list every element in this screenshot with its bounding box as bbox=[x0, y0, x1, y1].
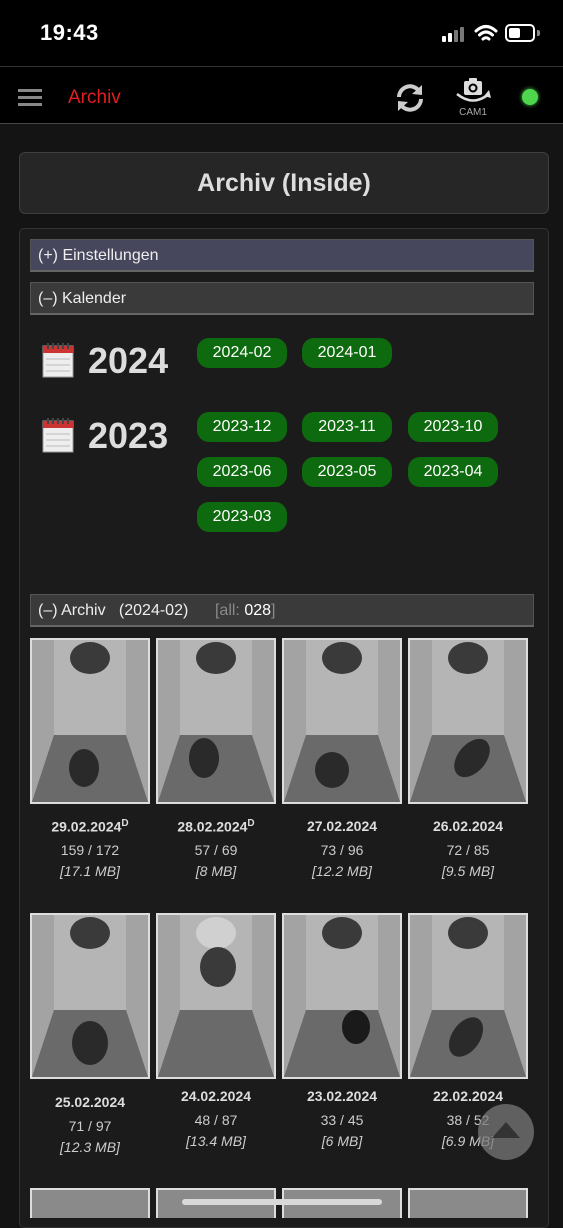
archive-all-label: [all: bbox=[214, 602, 240, 619]
archive-size: [12.2 MB] bbox=[312, 863, 372, 879]
archive-caption: 24.02.2024 48 / 87 [13.4 MB] bbox=[153, 1088, 279, 1149]
archive-counts: 159 / 172 bbox=[60, 842, 120, 858]
archive-caption: 23.02.2024 33 / 45 [6 MB] bbox=[279, 1088, 405, 1149]
archive-thumbnail[interactable] bbox=[282, 913, 402, 1079]
month-button[interactable]: 2024-02 bbox=[197, 338, 287, 368]
month-button[interactable]: 2023-03 bbox=[197, 502, 287, 532]
month-button[interactable]: 2023-05 bbox=[302, 457, 392, 487]
archive-mark: D bbox=[247, 818, 255, 829]
month-button[interactable]: 2023-10 bbox=[408, 412, 498, 442]
archive-toggle-label: (–) Archiv bbox=[38, 602, 106, 619]
archive-date: 26.02.2024 bbox=[432, 818, 504, 834]
archive-date: 29.02.2024 bbox=[51, 818, 122, 835]
archive-thumbnail[interactable] bbox=[30, 638, 150, 804]
archive-size: [9.5 MB] bbox=[441, 863, 495, 879]
battery-icon bbox=[505, 24, 535, 42]
archive-mark: D bbox=[121, 818, 129, 829]
archive-counts: 72 / 85 bbox=[446, 842, 490, 858]
signal-icon bbox=[442, 26, 466, 42]
archive-caption: 26.02.2024 72 / 85 [9.5 MB] bbox=[405, 818, 531, 879]
archive-caption: 27.02.2024 73 / 96 [12.2 MB] bbox=[279, 818, 405, 879]
archive-period: (2024-02) bbox=[118, 602, 189, 619]
page-title-box: Archiv (Inside) bbox=[19, 152, 549, 214]
year-label-2023: 2023 bbox=[88, 415, 169, 456]
archive-size: [12.3 MB] bbox=[60, 1139, 120, 1155]
calendar-icon bbox=[42, 418, 74, 453]
archive-caption: 29.02.2024D 159 / 172 [17.1 MB] bbox=[27, 818, 153, 879]
calendar-toggle[interactable]: (–) Kalender bbox=[30, 282, 534, 315]
home-indicator bbox=[182, 1199, 382, 1205]
status-time: 19:43 bbox=[40, 20, 99, 45]
archive-size: [13.4 MB] bbox=[186, 1133, 246, 1149]
archive-thumbnail[interactable] bbox=[408, 913, 528, 1079]
top-navigation-bar: Archiv CAM1 bbox=[0, 66, 563, 124]
scroll-to-top-button[interactable] bbox=[478, 1104, 534, 1160]
archive-thumbnail[interactable] bbox=[156, 638, 276, 804]
page-title: Archiv (Inside) bbox=[197, 169, 371, 197]
archive-size: [17.1 MB] bbox=[60, 863, 120, 879]
archive-size: [6 MB] bbox=[321, 1133, 363, 1149]
camera-label: CAM1 bbox=[459, 107, 487, 118]
archive-counts: 57 / 69 bbox=[194, 842, 238, 858]
settings-toggle[interactable]: (+) Einstellungen bbox=[30, 239, 534, 272]
archive-thumbnail[interactable] bbox=[282, 638, 402, 804]
archive-counts: 71 / 97 bbox=[68, 1118, 112, 1134]
archive-all-close: ] bbox=[271, 602, 276, 619]
camera-switch-button[interactable]: CAM1 bbox=[453, 77, 493, 119]
connection-status-indicator bbox=[522, 89, 538, 105]
month-button[interactable]: 2023-06 bbox=[197, 457, 287, 487]
year-label-2024: 2024 bbox=[88, 340, 169, 381]
arrow-up-icon bbox=[492, 1122, 520, 1138]
archive-thumbnail[interactable] bbox=[408, 1188, 528, 1218]
archive-counts: 33 / 45 bbox=[320, 1112, 364, 1128]
archive-toggle[interactable]: (–) Archiv (2024-02) [all: 028] bbox=[30, 594, 534, 627]
archive-date: 27.02.2024 bbox=[306, 818, 378, 834]
archive-thumbnail[interactable] bbox=[156, 913, 276, 1079]
wifi-icon bbox=[474, 25, 498, 41]
archive-counts: 73 / 96 bbox=[320, 842, 364, 858]
archive-thumbnail[interactable] bbox=[30, 913, 150, 1079]
hamburger-icon[interactable] bbox=[18, 89, 42, 107]
archive-date: 28.02.2024 bbox=[177, 818, 248, 835]
month-button[interactable]: 2024-01 bbox=[302, 338, 392, 368]
archive-thumbnail[interactable] bbox=[408, 638, 528, 804]
month-button[interactable]: 2023-11 bbox=[302, 412, 392, 442]
month-button[interactable]: 2023-12 bbox=[197, 412, 287, 442]
archive-caption: 28.02.2024D 57 / 69 [8 MB] bbox=[153, 818, 279, 879]
calendar-icon bbox=[42, 343, 74, 378]
archive-thumbnail[interactable] bbox=[30, 1188, 150, 1218]
status-bar: 19:43 bbox=[0, 0, 563, 66]
archive-all-count: 028 bbox=[244, 602, 272, 619]
refresh-icon[interactable] bbox=[393, 81, 427, 115]
archive-date: 23.02.2024 bbox=[306, 1088, 378, 1104]
archive-size: [8 MB] bbox=[195, 863, 237, 879]
archive-date: 25.02.2024 bbox=[54, 1094, 126, 1110]
app-title[interactable]: Archiv bbox=[68, 87, 121, 109]
month-button[interactable]: 2023-04 bbox=[408, 457, 498, 487]
archive-caption: 25.02.2024 71 / 97 [12.3 MB] bbox=[27, 1094, 153, 1155]
archive-date: 24.02.2024 bbox=[180, 1088, 252, 1104]
archive-counts: 48 / 87 bbox=[194, 1112, 238, 1128]
archive-date: 22.02.2024 bbox=[432, 1088, 504, 1104]
camera-switch-icon bbox=[456, 78, 491, 102]
